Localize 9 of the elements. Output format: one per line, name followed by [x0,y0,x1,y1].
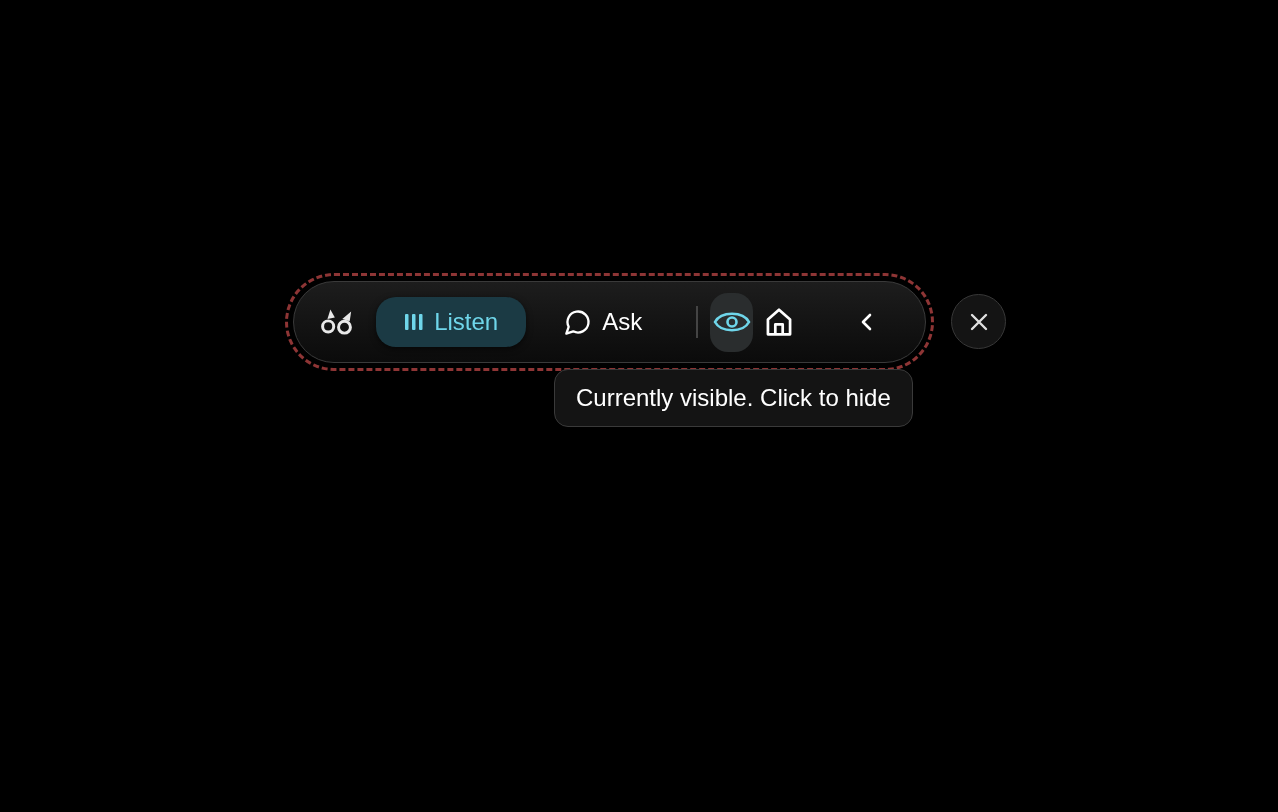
close-icon [968,311,989,332]
chat-bubble-icon [564,308,593,336]
mode-label: Ask [602,307,643,337]
mode-label: Listen [434,307,499,337]
mode-tab[interactable]: Ask [536,297,671,347]
bars-icon [404,313,425,331]
tooltip: Currently visible. Click to hide [554,369,913,427]
visibility-button[interactable] [709,292,754,352]
mode-tab[interactable]: Listen [376,297,527,347]
